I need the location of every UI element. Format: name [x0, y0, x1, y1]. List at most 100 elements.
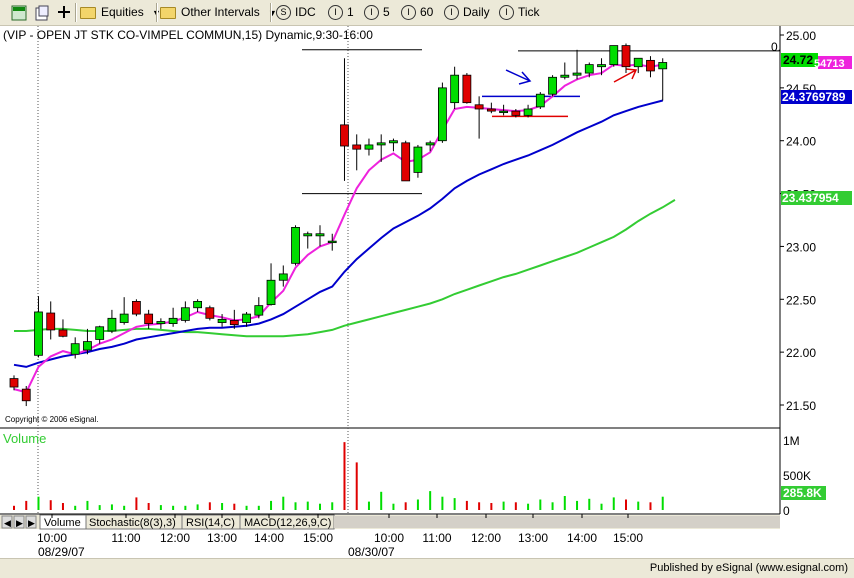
svg-text:◀: ◀: [4, 518, 11, 528]
horizontal-scrollbar[interactable]: [334, 516, 780, 528]
svg-text:MACD(12,26,9,C): MACD(12,26,9,C): [244, 517, 331, 529]
idc-icon: S: [276, 5, 291, 21]
blue-ma-value: 24.3769789: [782, 90, 846, 104]
tab-macd[interactable]: MACD(12,26,9,C): [239, 514, 335, 530]
candle-up: [389, 140, 398, 144]
interval-5-button[interactable]: I5: [364, 4, 390, 21]
scroll-left-button[interactable]: ◀: [1, 515, 13, 529]
interval-60-label: 60: [420, 5, 434, 19]
x-tick-label: 15:00: [613, 531, 643, 545]
page-icon[interactable]: [34, 5, 50, 21]
candle-up: [291, 226, 300, 264]
scroll-end-button[interactable]: ▶: [25, 515, 37, 529]
idc-button[interactable]: S IDC: [276, 4, 316, 21]
add-icon[interactable]: [58, 6, 70, 18]
date-label: 08/29/07: [38, 545, 85, 558]
equities-label: Equities: [101, 5, 144, 19]
magenta-ma-value: 54713: [814, 58, 845, 70]
y-tick-label: 23.00: [786, 240, 816, 254]
x-tick-label: 12:00: [471, 531, 501, 545]
layout-icon[interactable]: [11, 5, 27, 21]
scroll-right-button[interactable]: ▶: [13, 515, 25, 529]
candle-up: [523, 108, 533, 116]
interval-60-button[interactable]: I 60: [401, 4, 433, 21]
toolbar: Equities ▼ Other Intervals ▼ SIDC I1 I5 …: [0, 0, 854, 26]
last-price-value: 24.72: [783, 53, 813, 67]
status-bar: Published by eSignal (www.esignal.com): [0, 558, 854, 578]
candle-up: [535, 93, 545, 108]
candle-up: [597, 64, 606, 68]
interval-1-label: 1: [347, 5, 354, 19]
candle-up: [217, 318, 227, 323]
candle-up: [584, 64, 594, 74]
candle-up: [254, 305, 264, 316]
interval-icon: I: [499, 5, 514, 21]
y-tick-label: 21.50: [786, 399, 816, 413]
candle-down: [9, 378, 19, 388]
x-tick-label: 14:00: [567, 531, 597, 545]
equities-dropdown[interactable]: Equities ▼: [80, 4, 161, 21]
candle-up: [119, 313, 129, 323]
candle-up: [425, 142, 435, 146]
candle-up: [156, 321, 166, 325]
daily-button[interactable]: I Daily: [444, 4, 490, 21]
candle-down: [46, 312, 56, 331]
svg-text:Volume: Volume: [44, 517, 81, 529]
candle-up: [499, 110, 509, 114]
x-tick-label: 15:00: [303, 531, 333, 545]
tab-stochastic[interactable]: Stochastic(8(3),3): [85, 514, 183, 530]
y-tick-label: 22.00: [786, 346, 816, 360]
candle-up: [242, 313, 251, 323]
interval-icon: I: [444, 5, 459, 21]
candle-up: [548, 76, 557, 95]
volume-tick-label: 500K: [783, 469, 811, 483]
candle-down: [511, 110, 521, 116]
tick-label: Tick: [518, 5, 540, 19]
copyright-text: Copyright © 2006 eSignal.: [5, 415, 99, 424]
candle-up: [364, 144, 374, 150]
green-ma-value: 23.437954: [782, 191, 839, 205]
other-intervals-dropdown[interactable]: Other Intervals ▼: [160, 4, 277, 21]
tab-rsi[interactable]: RSI(14,C): [181, 514, 241, 530]
svg-text:RSI(14,C): RSI(14,C): [186, 517, 235, 529]
y-tick-label: 22.50: [786, 293, 816, 307]
x-tick-label: 13:00: [518, 531, 548, 545]
candle-up: [658, 62, 668, 70]
idc-label: IDC: [295, 5, 316, 19]
candle-down: [58, 329, 68, 337]
svg-text:Stochastic(8(3),3): Stochastic(8(3),3): [89, 517, 176, 529]
green-ma-readout: 23.437954: [781, 191, 852, 205]
candle-up: [376, 142, 386, 146]
candle-down: [486, 108, 496, 112]
tick-button[interactable]: I Tick: [499, 4, 540, 21]
candle-up: [633, 57, 643, 68]
svg-text:▶: ▶: [16, 518, 23, 528]
volume-pane-title: Volume: [3, 431, 46, 446]
candle-down: [352, 144, 362, 150]
x-tick-label: 10:00: [37, 531, 67, 545]
candle-down: [646, 59, 655, 72]
interval-1-button[interactable]: I1: [328, 4, 354, 21]
x-tick-label: 11:00: [422, 531, 451, 545]
candle-down: [229, 320, 239, 326]
candle-up: [560, 74, 570, 78]
svg-text:▶: ▶: [28, 518, 35, 528]
candle-up: [327, 240, 337, 244]
y-tick-label: 25.00: [786, 29, 816, 43]
candle-up: [266, 279, 276, 305]
candle-up: [315, 233, 325, 237]
candle-down: [131, 300, 141, 315]
candle-up: [609, 45, 619, 66]
candle-down: [205, 307, 215, 319]
volume-readout: 285.8K: [781, 486, 826, 500]
daily-label: Daily: [463, 5, 490, 19]
candle-up: [34, 311, 43, 356]
x-tick-label: 14:00: [254, 531, 284, 545]
candle-up: [180, 307, 190, 321]
date-label: 08/30/07: [348, 545, 395, 558]
candle-up: [450, 74, 460, 104]
candle-up: [572, 72, 582, 76]
candle-up: [168, 317, 178, 325]
intervals-label: Other Intervals: [181, 5, 260, 19]
tab-volume[interactable]: Volume: [39, 514, 87, 530]
